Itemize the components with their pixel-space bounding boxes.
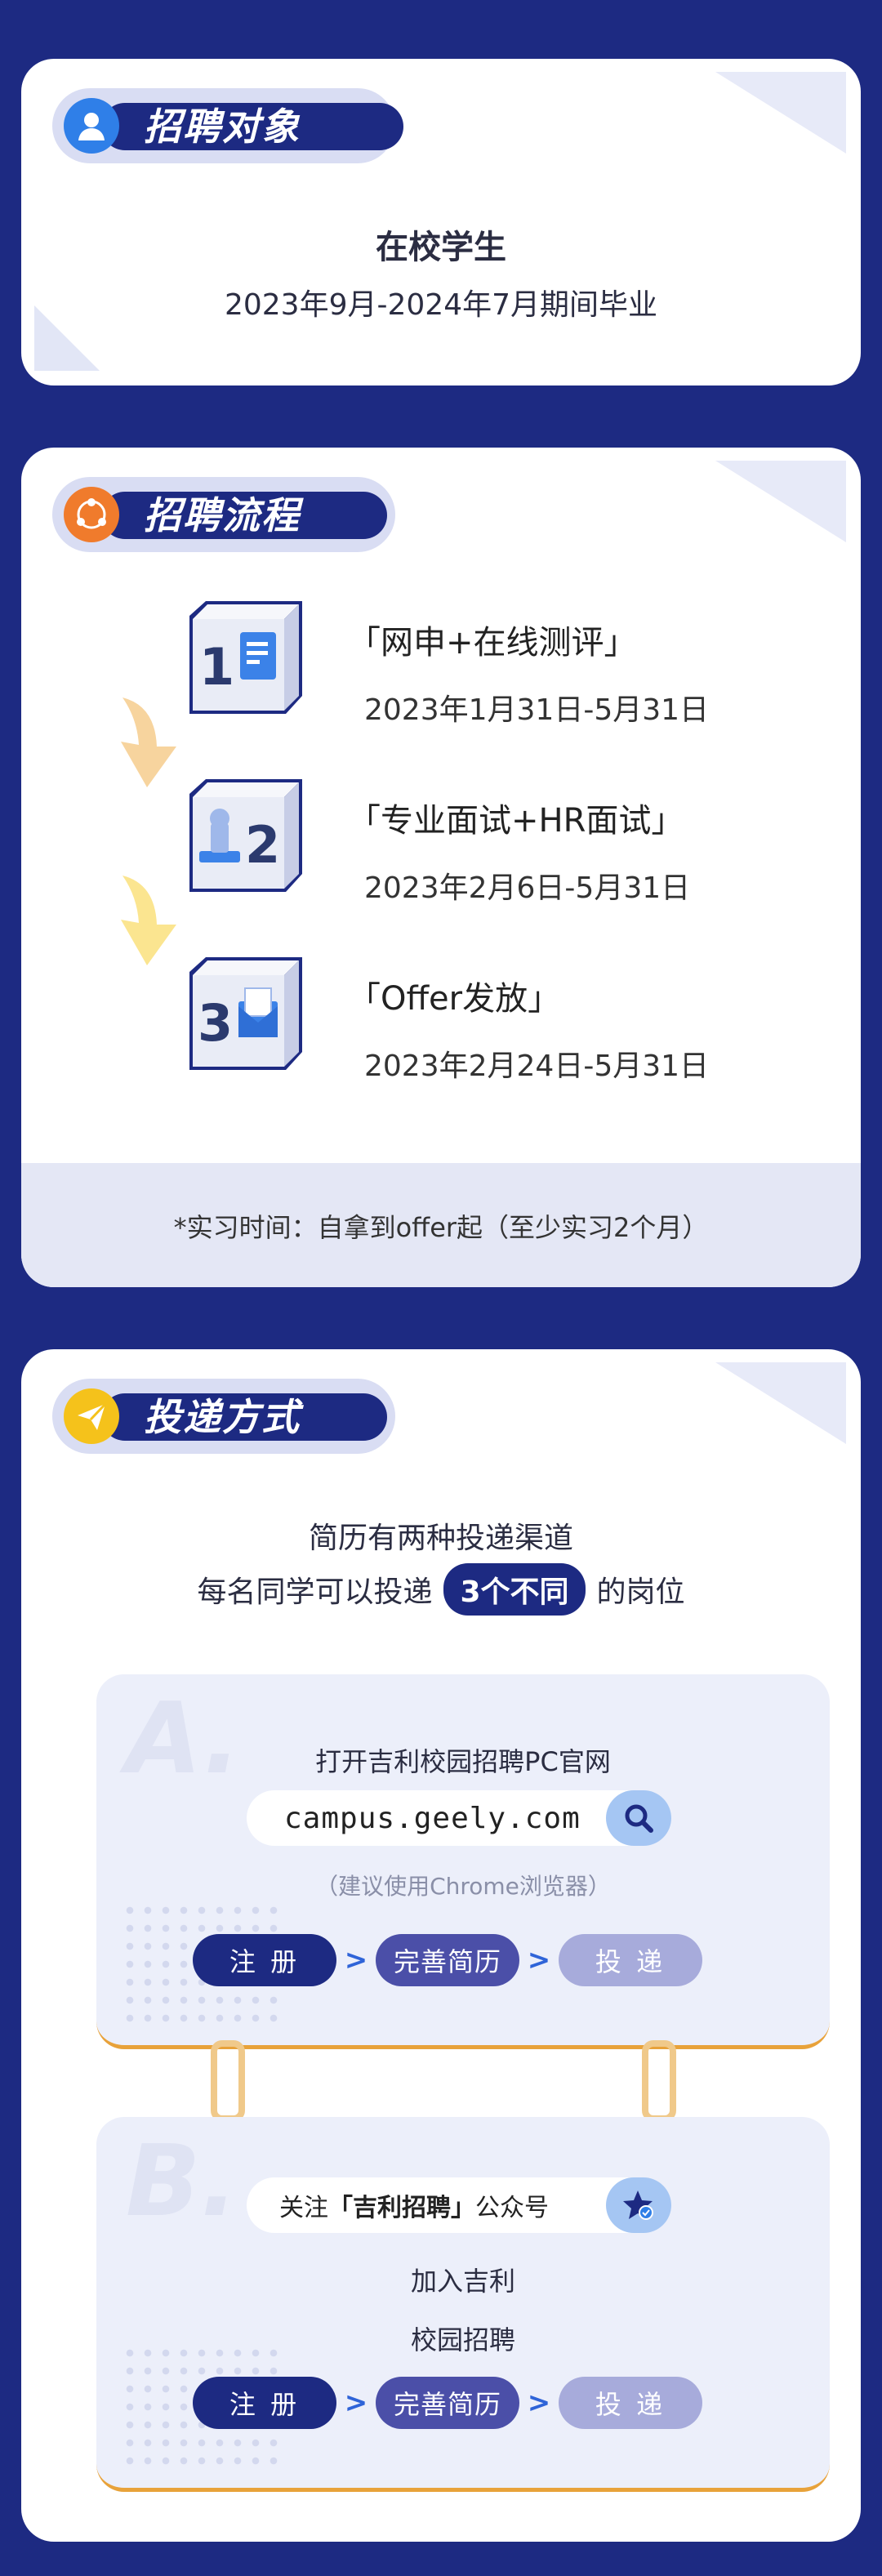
page-title: 招聘对象 <box>144 105 301 149</box>
target-card: 招聘对象 在校学生 2023年9月-2024年7月期间毕业 <box>21 59 861 386</box>
limit-text: 的岗位 <box>596 1575 685 1609</box>
chevron-right-icon: > <box>527 1944 551 1977</box>
internship-note: *实习时间：自拿到offer起（至少实习2个月） <box>173 1212 709 1243</box>
corner-decoration <box>715 461 846 542</box>
paper-plane-icon <box>64 1388 119 1444</box>
url-text[interactable]: campus.geely.com <box>247 1802 581 1835</box>
star-verified-icon[interactable] <box>606 2177 671 2233</box>
step-date: 2023年1月31日-5月31日 <box>364 693 710 727</box>
page-title: 投递方式 <box>144 1395 301 1439</box>
submit-step[interactable]: 投 递 <box>559 2377 702 2429</box>
mail-icon: 3 <box>189 957 302 1070</box>
svg-text:1: 1 <box>199 637 234 697</box>
step-title: 「Offer发放」 <box>348 980 561 1018</box>
official-account-name[interactable]: 「吉利招聘」 <box>328 2194 475 2222</box>
chevron-right-icon: > <box>344 2387 368 2419</box>
process-card: 招聘流程 1 「网申+在线测评」 2023年1月31日-5月31日 2 「专业面… <box>21 448 861 1287</box>
follow-text: 关注「吉利招聘」公众号 <box>247 2187 549 2223</box>
document-icon: 1 <box>189 601 302 714</box>
complete-resume-step[interactable]: 完善简历 <box>376 1934 519 1986</box>
step-date: 2023年2月24日-5月31日 <box>364 1050 710 1083</box>
apply-card: 投递方式 简历有两种投递渠道 每名同学可以投递 3个不同 的岗位 A. 打开吉利… <box>21 1349 861 2542</box>
channel-letter: B. <box>126 2125 238 2239</box>
chevron-right-icon: > <box>344 1944 368 1977</box>
join-line: 加入吉利 <box>410 2266 515 2297</box>
page-title: 招聘流程 <box>144 493 301 537</box>
channel-b-panel: B. 关注「吉利招聘」公众号 加入吉利 校园招聘 注 册 > 完善简历 > 投 … <box>96 2117 830 2492</box>
share-icon <box>64 487 119 542</box>
channel-a-title: 打开吉利校园招聘PC官网 <box>315 1746 611 1777</box>
channel-letter: A. <box>126 1682 241 1796</box>
application-limit: 每名同学可以投递 3个不同 的岗位 <box>21 1563 861 1616</box>
svg-text:2: 2 <box>245 815 280 875</box>
stamp-icon: 2 <box>189 779 302 892</box>
step-title: 「专业面试+HR面试」 <box>348 802 684 840</box>
follow-pre: 关注 <box>279 2194 328 2222</box>
follow-post: 公众号 <box>475 2194 549 2222</box>
complete-resume-step[interactable]: 完善简历 <box>376 2377 519 2429</box>
svg-text:3: 3 <box>198 993 233 1053</box>
person-icon <box>64 98 119 154</box>
submit-step[interactable]: 投 递 <box>559 1934 702 1986</box>
step-date: 2023年2月6日-5月31日 <box>364 871 691 905</box>
chain-decoration <box>211 2040 245 2122</box>
campus-line: 校园招聘 <box>410 2324 515 2355</box>
follow-box: 关注「吉利招聘」公众号 <box>247 2177 671 2233</box>
step-title: 「网申+在线测评」 <box>348 624 637 662</box>
limit-text: 每名同学可以投递 <box>197 1575 433 1609</box>
apply-flow: 注 册 > 完善简历 > 投 递 <box>193 1934 702 1986</box>
channel-a-panel: A. 打开吉利校园招聘PC官网 campus.geely.com （建议使用Ch… <box>96 1674 830 2049</box>
limit-badge: 3个不同 <box>443 1563 586 1616</box>
channel-intro: 简历有两种投递渠道 <box>308 1522 573 1555</box>
register-step[interactable]: 注 册 <box>193 1934 336 1986</box>
graduation-period: 2023年9月-2024年7月期间毕业 <box>224 288 658 322</box>
url-box: campus.geely.com <box>247 1790 671 1846</box>
chevron-right-icon: > <box>527 2387 551 2419</box>
apply-flow: 注 册 > 完善简历 > 投 递 <box>193 2377 702 2429</box>
search-icon[interactable] <box>606 1790 671 1846</box>
register-step[interactable]: 注 册 <box>193 2377 336 2429</box>
corner-decoration <box>715 1362 846 1444</box>
corner-decoration <box>715 72 846 154</box>
target-audience: 在校学生 <box>376 229 506 266</box>
browser-note: （建议使用Chrome浏览器） <box>315 1873 611 1900</box>
chain-decoration <box>642 2040 676 2122</box>
